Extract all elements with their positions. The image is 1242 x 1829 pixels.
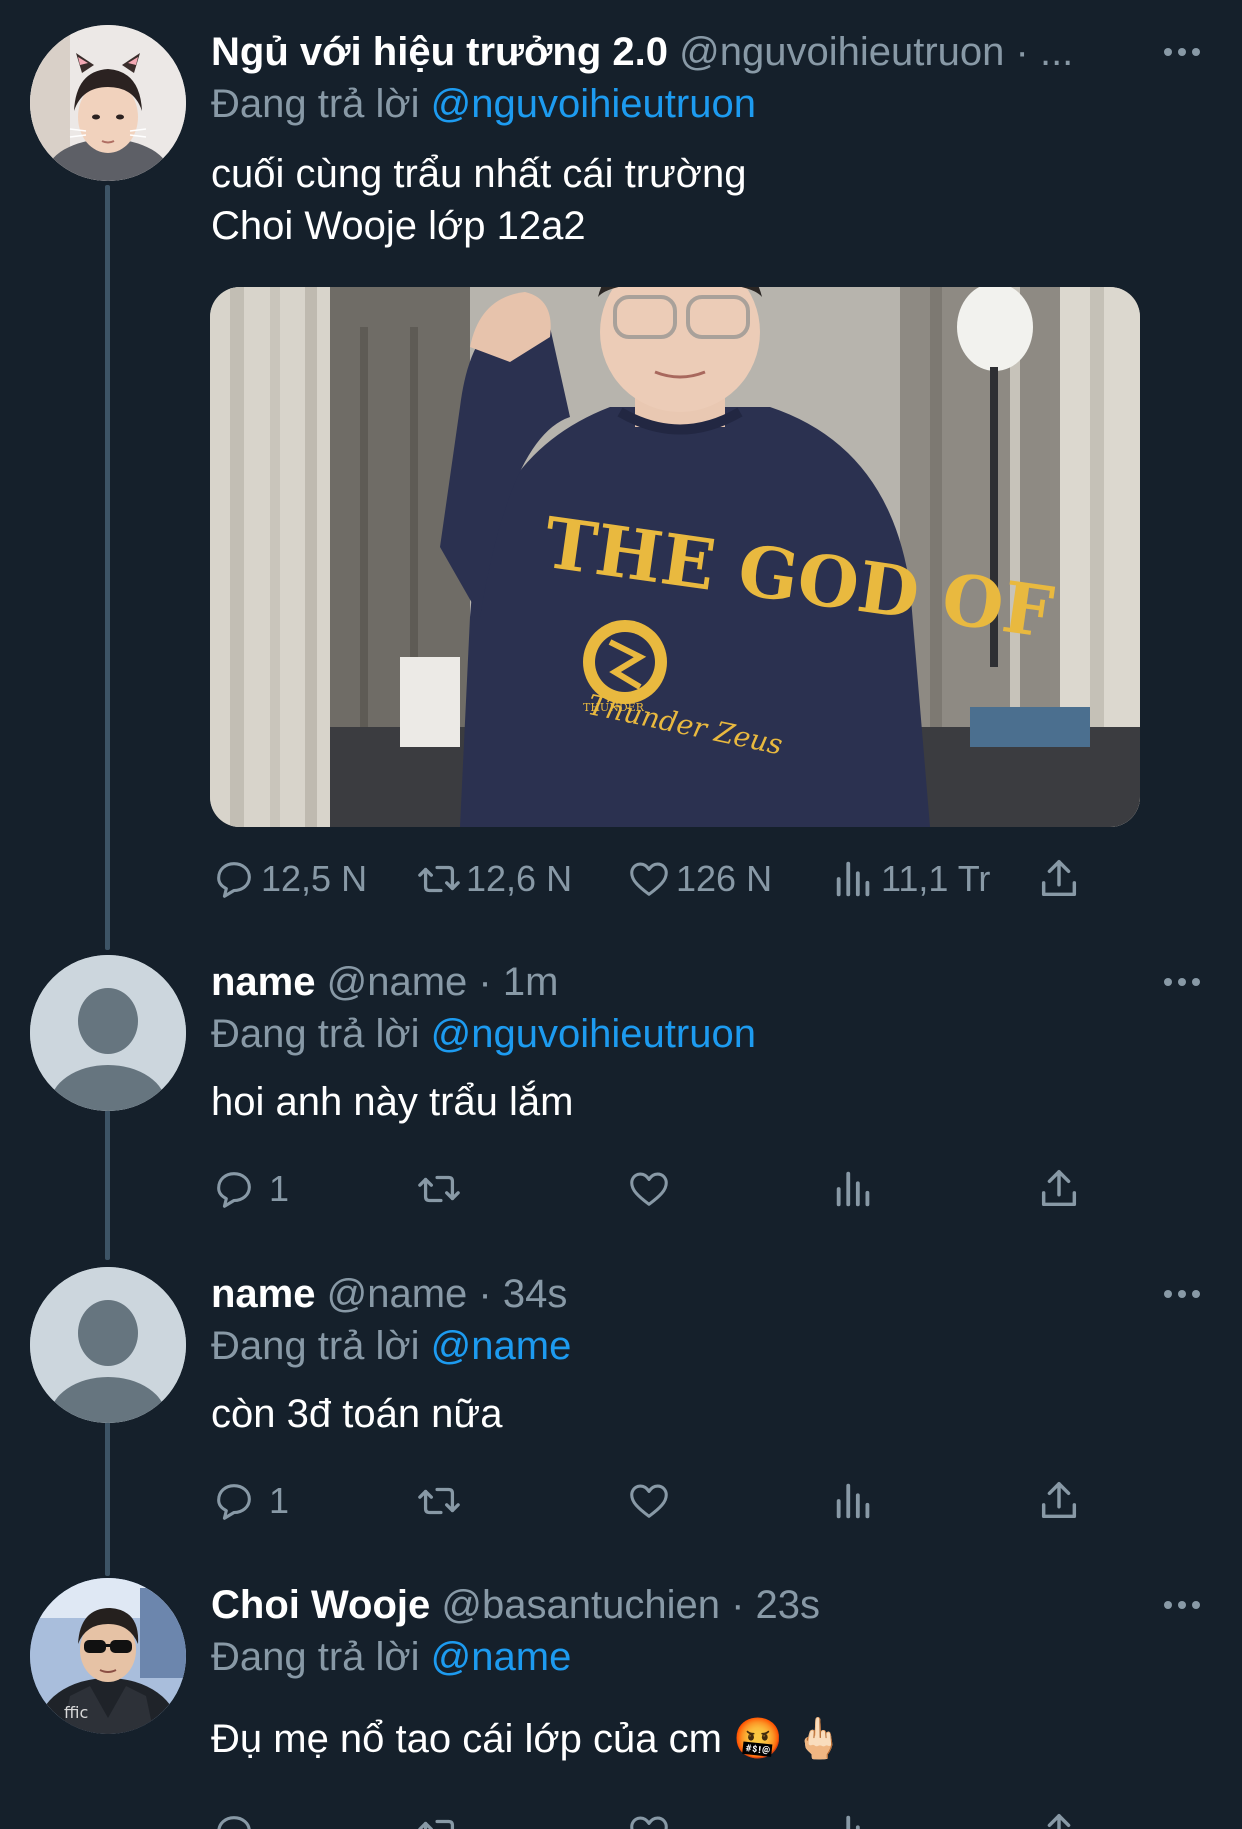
tweet-meta: · 1m [467, 960, 559, 1004]
views-button[interactable]: 11,1 Tr [831, 851, 990, 907]
share-button[interactable] [1036, 851, 1082, 907]
display-name[interactable]: name [211, 960, 316, 1004]
more-options-icon[interactable] [1162, 1595, 1202, 1615]
avatar[interactable] [30, 25, 186, 181]
tweet-meta: · 23s [719, 1583, 820, 1627]
replying-to-label: Đang trả lời [211, 82, 420, 126]
like-button[interactable] [626, 1805, 672, 1829]
more-options-icon[interactable] [1162, 972, 1202, 992]
jersey-text: ffic [64, 1703, 88, 1722]
tweet-actions [211, 1805, 1091, 1829]
reply-icon [217, 1484, 251, 1520]
retweet-icon [418, 865, 460, 893]
retweet-icon [418, 1175, 460, 1203]
tweet[interactable]: name @name · 34s Đang trả lời @name còn … [0, 1262, 1242, 1562]
share-icon [1047, 1814, 1071, 1829]
tweet-text: hoi anh này trẩu lắm [211, 1080, 574, 1124]
display-name[interactable]: Choi Wooje [211, 1583, 430, 1627]
tweet-header: Choi Wooje @basantuchien · 23s [211, 1581, 820, 1629]
tweet-actions: 1 [211, 1161, 1091, 1217]
retweet-button[interactable] [416, 1473, 462, 1529]
more-options-icon[interactable] [1162, 1284, 1202, 1304]
tweet-text: cuối cùng trẩu nhất cái trường Choi Wooj… [211, 152, 747, 248]
reply-button[interactable]: 12,5 N [211, 851, 367, 907]
share-icon [1041, 1170, 1077, 1207]
heart-icon [630, 1816, 668, 1829]
default-avatar-icon[interactable] [30, 955, 186, 1111]
tweet-header: Ngủ với hiệu trưởng 2.0 @nguvoihieutruon… [211, 28, 1073, 76]
user-handle[interactable]: @name [327, 1272, 468, 1316]
reply-button[interactable] [211, 1805, 257, 1829]
display-name[interactable]: Ngủ với hiệu trưởng 2.0 [211, 30, 668, 74]
replying-to-label: Đang trả lời [211, 1012, 420, 1056]
tweet-meta: · 34s [467, 1272, 568, 1316]
heart-icon [630, 1484, 668, 1518]
reply-button[interactable]: 1 [211, 1473, 289, 1529]
tweet[interactable]: ffic Choi Wooje @basantuchien · 23s Đang… [0, 1573, 1242, 1829]
reply-count: 1 [269, 1480, 290, 1521]
retweet-icon [418, 1487, 460, 1515]
tweet-text: còn 3đ toán nữa [211, 1392, 503, 1436]
replying-to: Đang trả lời @name [211, 1322, 571, 1370]
reply-icon [217, 1172, 251, 1208]
retweet-icon [418, 1819, 455, 1829]
tweet-media-photo[interactable]: THE GOD OF THUNDER Thunder Zeus [210, 287, 1140, 827]
share-button[interactable] [1036, 1161, 1082, 1217]
tweet-meta: · ... [1004, 30, 1074, 74]
tweet-actions: 1 [211, 1473, 1091, 1529]
views-icon [836, 1171, 870, 1207]
reply-button[interactable]: 1 [211, 1161, 289, 1217]
more-options-icon[interactable] [1162, 42, 1202, 62]
reply-icon [217, 1816, 251, 1829]
tweet-actions: 12,5 N 12,6 N 126 N 11,1 Tr [211, 851, 1091, 907]
like-button[interactable] [626, 1161, 672, 1217]
default-avatar-icon[interactable] [30, 1267, 186, 1423]
share-icon [1041, 1482, 1077, 1519]
heart-icon [630, 1172, 668, 1206]
retweet-button[interactable]: 12,6 N [416, 851, 572, 907]
tweet-header: name @name · 34s [211, 1270, 567, 1318]
retweet-button[interactable] [416, 1805, 462, 1829]
tweet[interactable]: name @name · 1m Đang trả lời @nguvoihieu… [0, 950, 1242, 1250]
user-handle[interactable]: @nguvoihieutruon [679, 30, 1004, 74]
tweet-text: Đụ mẹ nổ tao cái lớp của cm 🤬 🖕🏻 [211, 1717, 844, 1761]
reply-count: 12,5 N [261, 858, 368, 899]
tweet-header: name @name · 1m [211, 958, 558, 1006]
user-handle[interactable]: @name [327, 960, 468, 1004]
views-button[interactable] [831, 1805, 877, 1829]
views-button[interactable] [831, 1161, 877, 1217]
views-icon [836, 861, 870, 897]
share-button[interactable] [1036, 1473, 1082, 1529]
reply-mention-link[interactable]: @nguvoihieutruon [431, 1012, 756, 1056]
replying-to: Đang trả lời @nguvoihieutruon [211, 1010, 756, 1058]
tweet[interactable]: Ngủ với hiệu trưởng 2.0 @nguvoihieutruon… [0, 0, 1242, 920]
avatar[interactable]: ffic [30, 1578, 186, 1734]
views-button[interactable] [831, 1473, 877, 1529]
replying-to-label: Đang trả lời [211, 1635, 420, 1679]
reply-mention-link[interactable]: @nguvoihieutruon [431, 82, 756, 126]
share-icon [1041, 860, 1077, 897]
reply-mention-link[interactable]: @name [431, 1324, 572, 1368]
reply-count: 1 [269, 1168, 290, 1209]
retweet-button[interactable] [416, 1161, 462, 1217]
replying-to: Đang trả lời @nguvoihieutruon [211, 80, 756, 128]
replying-to: Đang trả lời @name [211, 1633, 571, 1681]
retweet-count: 12,6 N [466, 858, 573, 899]
like-button[interactable] [626, 1473, 672, 1529]
user-handle[interactable]: @basantuchien [441, 1583, 720, 1627]
like-button[interactable]: 126 N [626, 851, 772, 907]
views-icon [846, 1815, 860, 1829]
like-count: 126 N [676, 858, 773, 899]
reply-mention-link[interactable]: @name [431, 1635, 572, 1679]
share-button[interactable] [1036, 1805, 1082, 1829]
views-icon [836, 1483, 870, 1519]
views-count: 11,1 Tr [881, 858, 991, 899]
display-name[interactable]: name [211, 1272, 316, 1316]
reply-icon [217, 862, 251, 898]
heart-icon [630, 862, 668, 896]
replying-to-label: Đang trả lời [211, 1324, 420, 1368]
